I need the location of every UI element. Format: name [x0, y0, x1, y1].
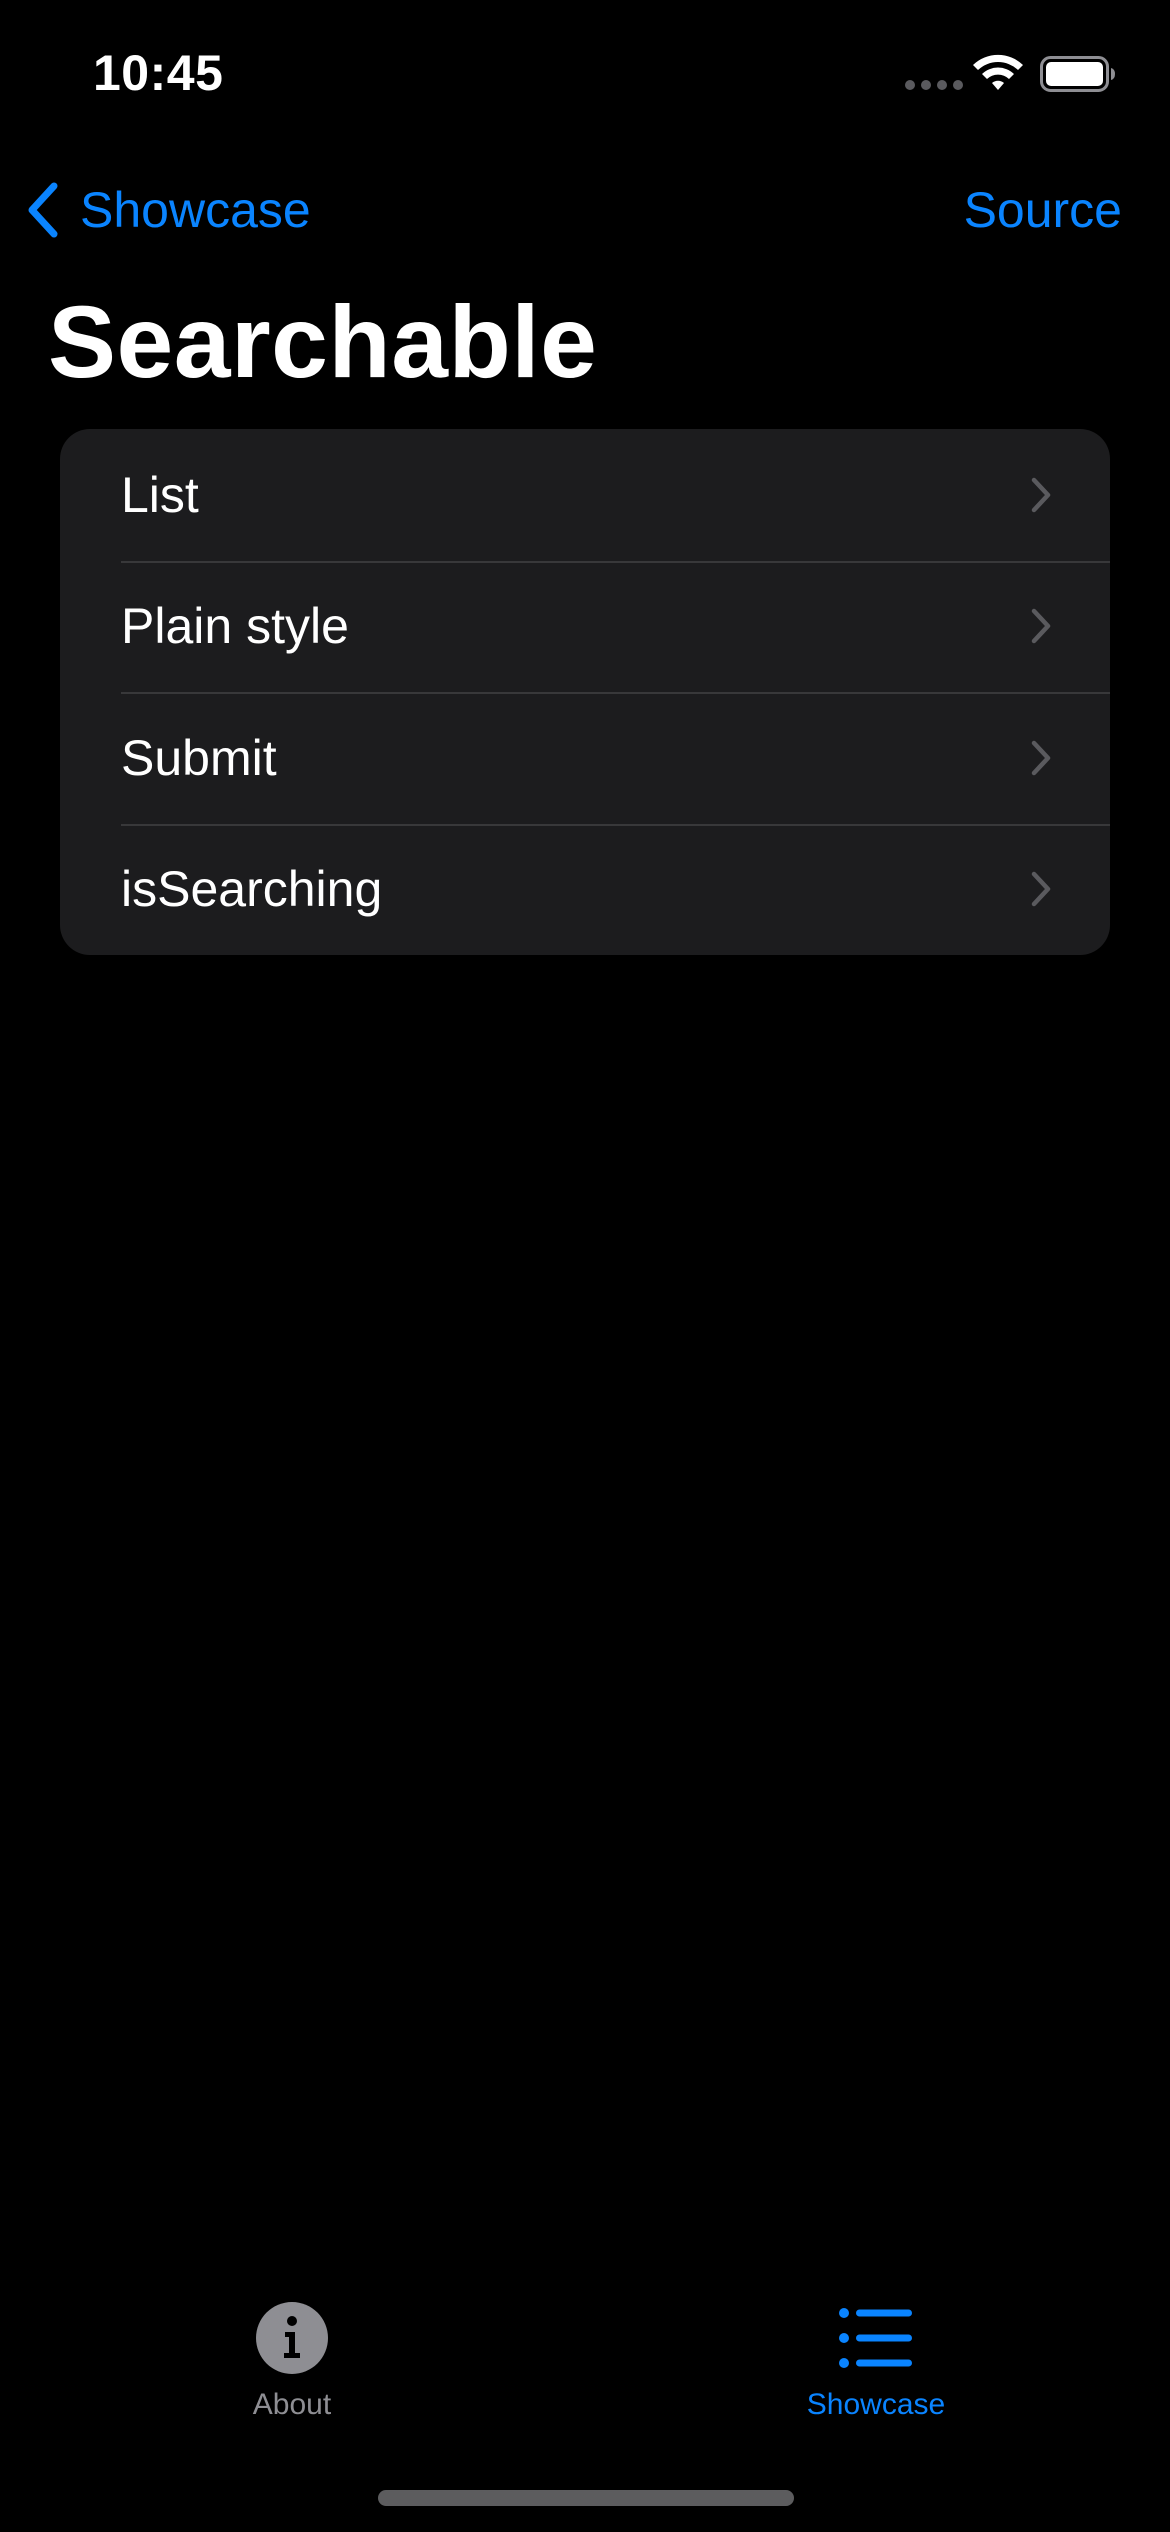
cellular-signal-icon	[905, 80, 963, 90]
info-circle-icon	[256, 2302, 328, 2374]
wifi-icon	[973, 54, 1023, 90]
chevron-right-icon	[1031, 477, 1051, 512]
chevron-left-icon	[28, 182, 58, 238]
list-item-plain-style[interactable]: Plain style	[60, 560, 1110, 693]
back-button-label: Showcase	[80, 182, 311, 238]
list-item-submit[interactable]: Submit	[60, 692, 1110, 824]
navigation-bar: Showcase Source	[0, 160, 1170, 260]
list-item-label: List	[121, 466, 199, 523]
list-item-label: Plain style	[121, 598, 349, 655]
chevron-right-icon	[1031, 872, 1051, 907]
chevron-right-icon	[1031, 740, 1051, 775]
chevron-right-icon	[1031, 609, 1051, 644]
list-section: List Plain style Submit isSearching	[60, 429, 1110, 955]
list-item-label: isSearching	[121, 861, 383, 918]
battery-icon	[1040, 56, 1115, 92]
status-bar: 10:45	[0, 0, 1170, 150]
source-button[interactable]: Source	[964, 172, 1122, 248]
list-item-issearching[interactable]: isSearching	[60, 823, 1110, 956]
list-item-list[interactable]: List	[60, 429, 1110, 561]
list-bullet-icon	[839, 2308, 912, 2368]
list-item-label: Submit	[121, 729, 277, 786]
tab-label: About	[252, 2388, 332, 2421]
screen: 10:45 Showcase Source Searchable List Pl…	[0, 0, 1170, 2532]
home-indicator[interactable]	[378, 2490, 794, 2506]
tab-about[interactable]: About	[142, 2300, 442, 2440]
status-time: 10:45	[93, 45, 224, 101]
back-button[interactable]: Showcase	[24, 172, 311, 248]
tab-bar: About Showcase	[0, 2280, 1170, 2450]
tab-showcase[interactable]: Showcase	[726, 2300, 1026, 2440]
page-title: Searchable	[48, 285, 598, 399]
tab-label: Showcase	[806, 2388, 946, 2421]
